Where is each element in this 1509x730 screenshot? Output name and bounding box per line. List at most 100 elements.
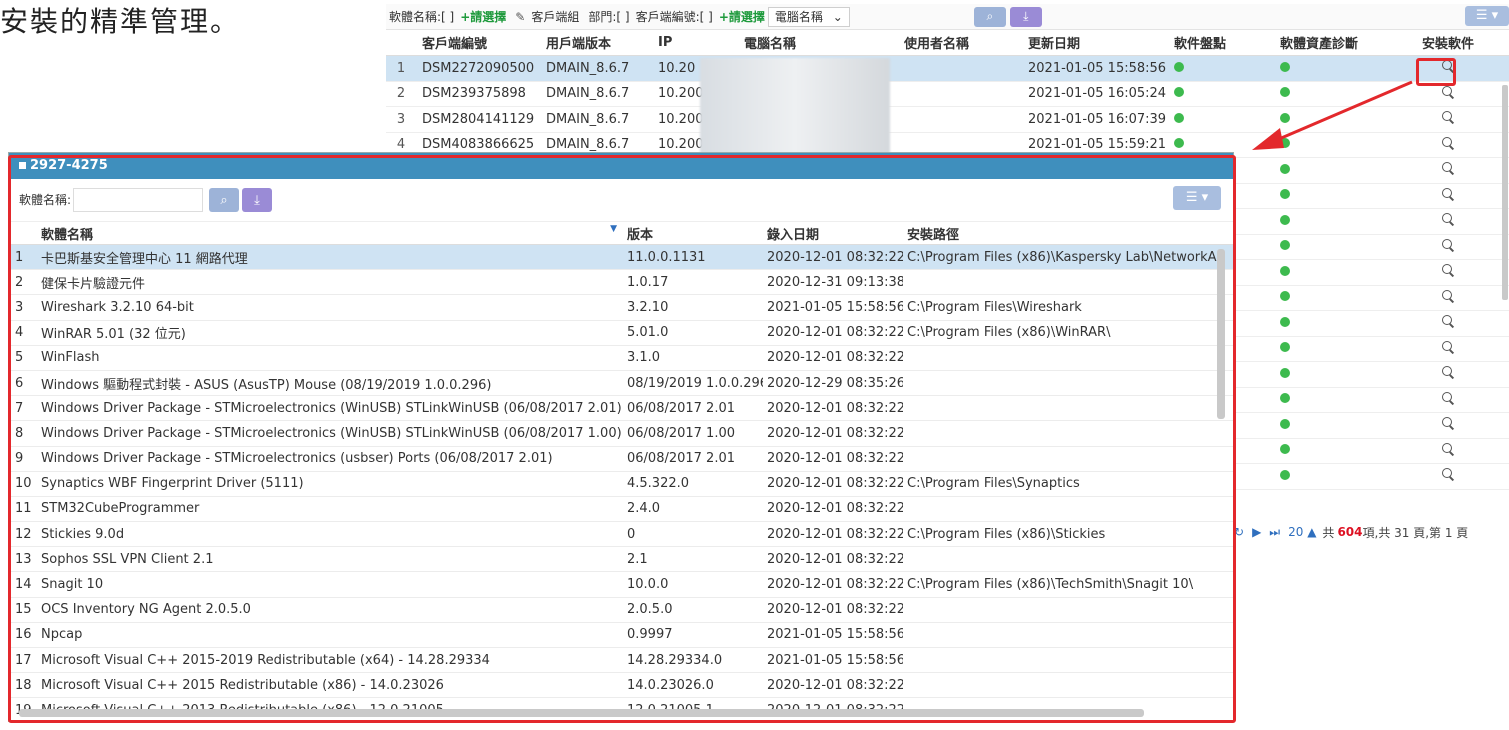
- install-path-cell: C:\Program Files (x86)\TechSmith\Snagit …: [907, 577, 1194, 593]
- grid-header: 客戶端編號 用戶端版本 IP 電腦名稱 使用者名稱 更新日期 軟件盤點 軟體資產…: [386, 30, 1509, 56]
- entry-date-cell: 2021-01-05 15:58:56: [767, 299, 903, 315]
- status-dot-icon: [1280, 291, 1290, 302]
- grid-menu-button[interactable]: ☰ ▾: [1465, 6, 1509, 26]
- update-date-cell: 2021-01-05 16:07:39: [1028, 111, 1167, 127]
- col-client-id[interactable]: 客戶端編號: [416, 33, 542, 52]
- version-cell: 0: [627, 526, 636, 542]
- view-installed-software-button[interactable]: [1408, 416, 1488, 434]
- next-page-icon[interactable]: ▶: [1252, 525, 1261, 539]
- col-version[interactable]: 版本: [623, 224, 763, 243]
- dialog-export-button[interactable]: ⤓: [242, 188, 272, 212]
- pc-name-select[interactable]: 電腦名稱 ⌄: [767, 6, 850, 27]
- download-icon: ⤓: [1023, 9, 1029, 23]
- client-id-cell: DSM239375898: [422, 86, 526, 102]
- chevron-down-icon: ⌄: [832, 9, 843, 24]
- dialog-search-button[interactable]: ⌕: [209, 188, 239, 212]
- asset-diagnosis-cell: [1280, 214, 1408, 229]
- grid-pager: ↻ ▶ ⏭ 20 ▲ 共 604 項,共 31 頁,第 1 頁: [1234, 520, 1509, 544]
- refresh-icon[interactable]: ↻: [1234, 525, 1244, 539]
- client-group-filter[interactable]: ✎ 客戶端組: [509, 8, 585, 25]
- view-installed-software-button[interactable]: [1408, 263, 1488, 281]
- entry-date-cell: 2020-12-31 09:13:38: [767, 274, 903, 290]
- table-row[interactable]: 2 健保卡片驗證元件 1.0.17 2020-12-31 09:13:38: [9, 270, 1233, 296]
- table-row[interactable]: 18 Microsoft Visual C++ 2015 Redistributa…: [9, 673, 1233, 699]
- table-row[interactable]: 15 OCS Inventory NG Agent 2.0.5.0 2.0.5.0 2…: [9, 598, 1233, 623]
- view-installed-software-button[interactable]: [1408, 314, 1488, 332]
- col-entry-date[interactable]: 錄入日期: [763, 224, 903, 243]
- table-row[interactable]: 12 Stickies 9.0d 0 2020-12-01 08:32:22 C:\Pr…: [9, 522, 1233, 548]
- version-cell: 08/19/2019 1.0.0.296: [627, 375, 763, 391]
- col-ip[interactable]: IP: [654, 35, 744, 50]
- dialog-horizontal-scrollbar[interactable]: [19, 709, 1144, 717]
- table-row[interactable]: 3 Wireshark 3.2.10 64-bit 3.2.10 2021-01-05…: [9, 295, 1233, 321]
- table-row[interactable]: 6 Windows 驅動程式封裝 - ASUS (AsusTP) Mouse (0…: [9, 371, 1233, 397]
- asset-diagnosis-cell: [1280, 469, 1408, 484]
- view-installed-software-button[interactable]: [1408, 391, 1488, 409]
- view-installed-software-button[interactable]: [1408, 212, 1488, 230]
- table-row[interactable]: 8 Windows Driver Package - STMicroelectro…: [9, 421, 1233, 447]
- view-installed-software-button[interactable]: [1408, 289, 1488, 307]
- last-page-icon[interactable]: ⏭: [1269, 525, 1280, 540]
- status-dot-icon: [1280, 342, 1290, 353]
- client-select-link[interactable]: +請選擇: [716, 8, 768, 25]
- view-installed-software-button[interactable]: [1408, 442, 1488, 460]
- table-row[interactable]: 10 Synaptics WBF Fingerprint Driver (5111…: [9, 472, 1233, 497]
- asset-diagnosis-cell: [1280, 341, 1408, 356]
- col-install-path[interactable]: 安裝路徑: [903, 224, 1223, 243]
- col-client-version[interactable]: 用戶端版本: [542, 33, 654, 52]
- col-install-path-label: 安裝路徑: [907, 227, 960, 243]
- col-asset-diagnosis[interactable]: 軟體資產診斷: [1280, 33, 1408, 52]
- table-row[interactable]: 1 卡巴斯基安全管理中心 11 網路代理 11.0.0.1131 2020-12-01…: [9, 245, 1233, 271]
- row-number: 14: [15, 577, 32, 593]
- table-row[interactable]: 11 STM32CubeProgrammer 2.4.0 2020-12-01 08:…: [9, 497, 1233, 523]
- version-cell: 06/08/2017 2.01: [627, 400, 736, 416]
- dialog-vertical-scrollbar[interactable]: [1217, 249, 1225, 419]
- software-name-cell: Windows Driver Package - STMicroelectron…: [41, 451, 553, 467]
- table-row[interactable]: 17 Microsoft Visual C++ 2015-2019 Redistr…: [9, 648, 1233, 674]
- status-dot-icon: [1280, 469, 1290, 480]
- entry-date-cell: 2020-12-01 08:32:22: [767, 249, 903, 265]
- grid-search-button[interactable]: ⌕: [973, 6, 1006, 27]
- table-row[interactable]: 14 Snagit 10 10.0.0 2020-12-01 08:32:22 C:\P…: [9, 572, 1233, 598]
- row-number: 1: [15, 249, 24, 265]
- table-row[interactable]: 9 Windows Driver Package - STMicroelectro…: [9, 447, 1233, 472]
- col-user-name[interactable]: 使用者名稱: [904, 33, 1024, 52]
- grid-export-button[interactable]: ⤓: [1009, 6, 1042, 27]
- col-software-inventory[interactable]: 軟件盤點: [1174, 33, 1280, 52]
- software-select-link[interactable]: +請選擇: [457, 8, 509, 25]
- magnifier-icon: [1441, 365, 1455, 379]
- view-installed-software-button[interactable]: [1408, 187, 1488, 205]
- dialog-menu-button[interactable]: ☰ ▾: [1173, 186, 1221, 210]
- entry-date-cell: 2020-12-01 08:32:22: [767, 325, 903, 341]
- leaf-icon: ✎: [515, 10, 526, 24]
- red-arrow: [1252, 80, 1413, 150]
- table-row[interactable]: 4 WinRAR 5.01 (32 位元) 5.01.0 2020-12-01 08:…: [9, 321, 1233, 346]
- view-installed-software-button[interactable]: [1408, 365, 1488, 383]
- view-installed-software-button[interactable]: [1408, 467, 1488, 485]
- row-number: 1: [396, 60, 406, 76]
- menu-icon: ☰ ▾: [1185, 190, 1209, 205]
- table-row[interactable]: 16 Npcap 0.9997 2021-01-05 15:58:56: [9, 623, 1233, 648]
- row-number: 7: [15, 400, 24, 416]
- view-installed-software-button[interactable]: [1408, 238, 1488, 256]
- col-pc-name[interactable]: 電腦名稱: [744, 33, 904, 52]
- col-installed-software[interactable]: 安裝軟件: [1408, 33, 1488, 52]
- col-update-date[interactable]: 更新日期: [1024, 33, 1174, 52]
- table-row[interactable]: 13 Sophos SSL VPN Client 2.1 2.1 2020-12-01…: [9, 547, 1233, 573]
- col-software-name[interactable]: 軟體名稱 ▼: [41, 224, 623, 243]
- software-name-cell: Wireshark 3.2.10 64-bit: [41, 299, 194, 315]
- software-search-input[interactable]: [73, 188, 203, 212]
- entry-date-cell: 2021-01-05 15:58:56: [767, 627, 903, 643]
- table-row[interactable]: 5 WinFlash 3.1.0 2020-12-01 08:32:22: [9, 346, 1233, 371]
- client-version-cell: DMAIN_8.6.7: [546, 86, 630, 102]
- entry-date-cell: 2020-12-01 08:32:22: [767, 501, 903, 517]
- pager-suffix: 項,共 31 頁,第 1 頁: [1362, 525, 1469, 540]
- view-installed-software-button[interactable]: [1408, 340, 1488, 358]
- table-row[interactable]: 7 Windows Driver Package - STMicroelectro…: [9, 396, 1233, 422]
- row-number: 13: [15, 551, 32, 567]
- grid-scrollbar[interactable]: [1502, 85, 1508, 300]
- row-number: 11: [15, 501, 32, 517]
- status-dot-icon: [1280, 418, 1290, 429]
- update-date-cell: 2021-01-05 15:59:21: [1028, 137, 1167, 153]
- page-size-select[interactable]: 20 ▲: [1288, 525, 1316, 539]
